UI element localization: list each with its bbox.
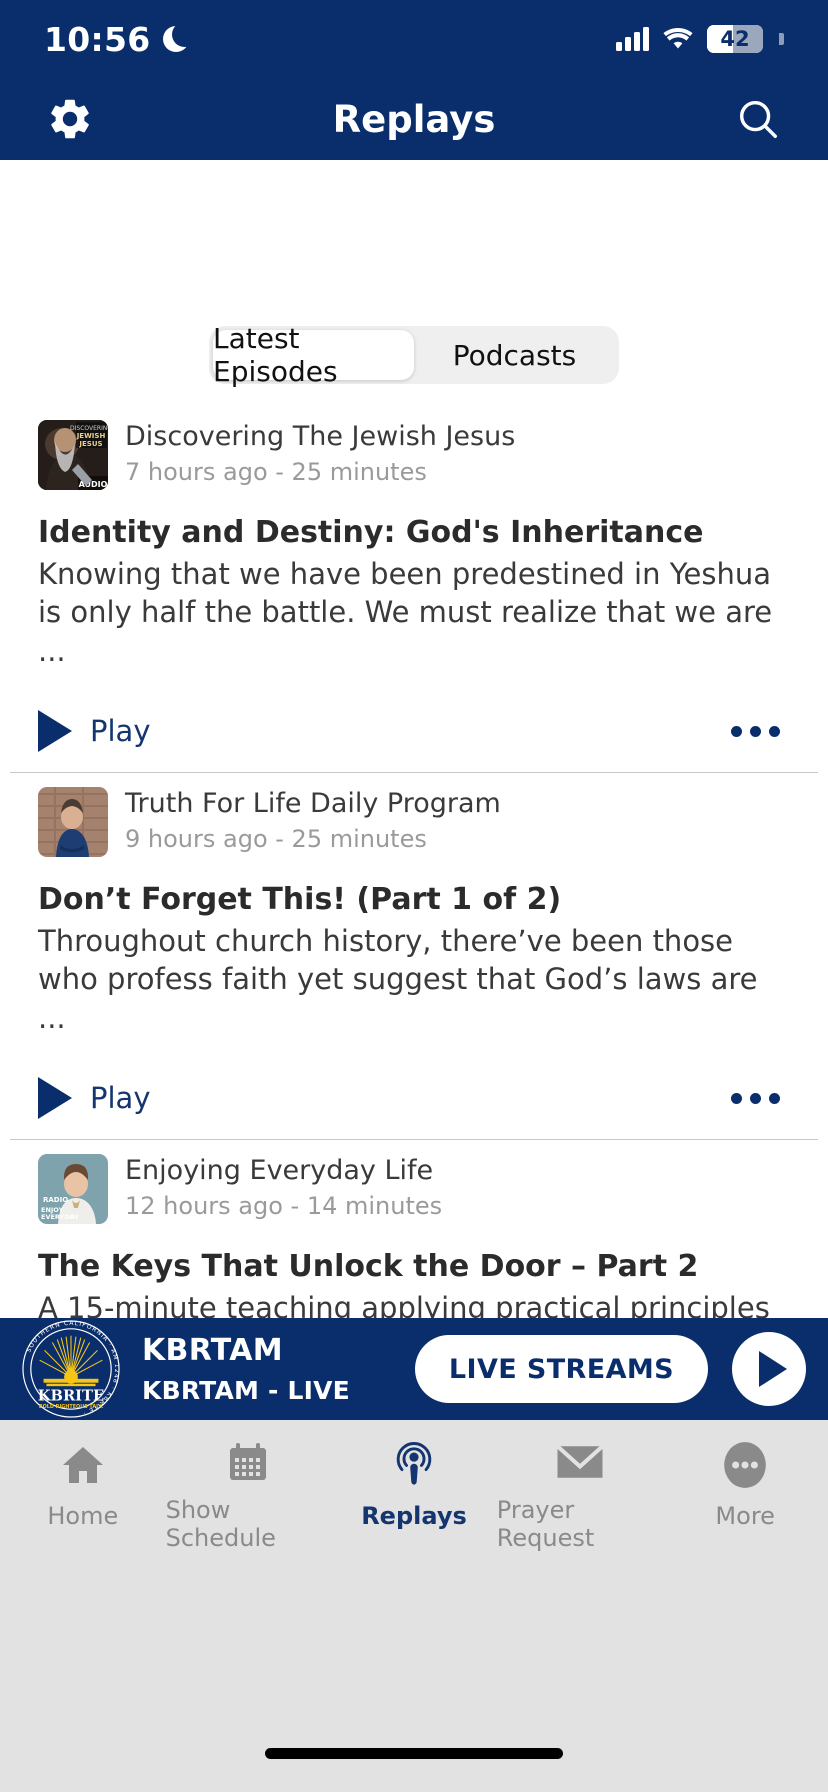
bottom-tab-bar: Home Show Schedule Replays Prayer Reques… — [0, 1420, 828, 1792]
tab-podcasts[interactable]: Podcasts — [414, 330, 615, 380]
episode-header: RADIO ENJOY EVERYDAY Enjoying Everyday L… — [38, 1140, 790, 1225]
player-station-name: KBRTAM — [142, 1333, 283, 1368]
episode-thumbnail — [38, 787, 108, 858]
crescent-moon-icon — [162, 22, 197, 52]
podcast-icon — [389, 1438, 439, 1492]
play-button[interactable]: Play — [38, 1077, 151, 1120]
settings-button[interactable] — [40, 89, 100, 149]
episode-title: Identity and Destiny: God's Inheritance — [38, 515, 704, 550]
player-play-button[interactable] — [732, 1332, 806, 1406]
episode-description: A 15-minute teaching applying practical … — [38, 1290, 770, 1318]
episode-thumbnail: DISCOVERING JEWISH JESUS AUDIO — [38, 420, 108, 490]
episode-description: Knowing that we have been predestined in… — [38, 556, 773, 668]
player-info: KBRTAM KBRTAM - LIVE — [142, 1333, 415, 1405]
tab-list: Home Show Schedule Replays Prayer Reques… — [0, 1420, 828, 1552]
content-area: Latest Episodes Podcasts DISCOVERING JEW… — [0, 160, 828, 1318]
battery-tip — [779, 33, 784, 45]
battery-level: 42 — [720, 27, 750, 51]
segmented-control-wrapper: Latest Episodes Podcasts — [0, 160, 828, 388]
episode-actions: Play — [38, 1077, 790, 1139]
status-bar-right: 42 — [616, 25, 784, 53]
list-item[interactable]: RADIO ENJOY EVERYDAY Enjoying Everyday L… — [0, 1140, 828, 1318]
page-title: Replays — [332, 97, 496, 141]
cellular-signal-icon — [616, 27, 649, 51]
tab-show-schedule[interactable]: Show Schedule — [166, 1438, 332, 1552]
calendar-icon — [223, 1438, 273, 1486]
play-label: Play — [90, 714, 151, 749]
tab-more[interactable]: More — [662, 1438, 828, 1552]
tab-prayer-request[interactable]: Prayer Request — [497, 1438, 663, 1552]
episode-title: Don’t Forget This! (Part 1 of 2) — [38, 882, 562, 918]
play-button[interactable]: Play — [38, 710, 151, 753]
svg-text:DISCOVERING: DISCOVERING — [70, 425, 108, 432]
episode-timestamp: 9 hours ago - 25 minutes — [125, 825, 427, 854]
episode-actions: Play — [38, 710, 790, 772]
tab-label: Home — [47, 1502, 119, 1530]
episode-show-name: Discovering The Jewish Jesus — [125, 421, 516, 452]
tab-label: Show Schedule — [165, 1496, 276, 1552]
svg-text:JESUS: JESUS — [78, 440, 102, 448]
tab-latest-episodes[interactable]: Latest Episodes — [213, 322, 414, 388]
episode-meta: Truth For Life Daily Program 9 hours ago… — [125, 787, 501, 853]
more-options-button[interactable] — [721, 716, 790, 747]
episode-timestamp: 12 hours ago - 14 minutes — [125, 1192, 443, 1221]
svg-text:EVERYDAY: EVERYDAY — [41, 1213, 79, 1221]
episode-show-name: Enjoying Everyday Life — [125, 1155, 434, 1187]
list-item[interactable]: DISCOVERING JEWISH JESUS AUDIO Discoveri… — [0, 406, 828, 772]
episode-header: Truth For Life Daily Program 9 hours ago… — [38, 773, 790, 858]
episode-description: Throughout church history, there’ve been… — [38, 923, 758, 1035]
tab-label: More — [715, 1502, 775, 1530]
play-icon — [759, 1351, 787, 1387]
player-station-subtitle: KBRTAM - LIVE — [142, 1376, 350, 1405]
episode-list: DISCOVERING JEWISH JESUS AUDIO Discoveri… — [0, 406, 828, 1318]
episode-show-name: Truth For Life Daily Program — [125, 788, 501, 820]
tab-replays[interactable]: Replays — [331, 1438, 497, 1552]
wifi-icon — [663, 28, 693, 50]
play-icon — [38, 710, 72, 753]
status-bar-left: 10:56 — [44, 19, 197, 59]
battery-indicator: 42 — [707, 25, 763, 53]
mini-player: KBRITE BOLD RIGHTEOUS TALK SOUTHERN CALI… — [0, 1318, 828, 1420]
more-options-button[interactable] — [721, 1083, 790, 1114]
episode-meta: Enjoying Everyday Life 12 hours ago - 14… — [125, 1154, 442, 1220]
play-icon — [38, 1077, 72, 1120]
svg-text:RADIO: RADIO — [43, 1196, 68, 1204]
svg-text:JEWISH: JEWISH — [76, 432, 106, 440]
search-button[interactable] — [728, 89, 788, 149]
episode-header: DISCOVERING JEWISH JESUS AUDIO Discoveri… — [38, 406, 790, 490]
search-icon — [739, 100, 777, 138]
live-streams-label: LIVE STREAMS — [448, 1353, 674, 1385]
station-logo: KBRITE BOLD RIGHTEOUS TALK SOUTHERN CALI… — [22, 1320, 120, 1418]
live-streams-button[interactable]: LIVE STREAMS — [414, 1335, 708, 1403]
status-time: 10:56 — [44, 19, 151, 59]
tab-home[interactable]: Home — [0, 1438, 166, 1552]
app-screen: 10:56 42 Replays Latest Episodes Podcast… — [0, 0, 828, 1792]
svg-text:KBRITE: KBRITE — [38, 1387, 104, 1404]
episode-timestamp: 7 hours ago - 25 minutes — [125, 458, 427, 487]
app-header: Replays — [0, 78, 828, 160]
episode-title: The Keys That Unlock the Door – Part 2 — [38, 1249, 699, 1285]
list-item[interactable]: Truth For Life Daily Program 9 hours ago… — [0, 773, 828, 1139]
home-indicator — [265, 1748, 563, 1759]
home-icon — [57, 1438, 109, 1492]
gear-icon — [51, 99, 89, 139]
tab-label: Replays — [361, 1502, 467, 1530]
play-label: Play — [90, 1081, 151, 1116]
status-bar: 10:56 42 — [0, 0, 828, 78]
envelope-icon — [553, 1438, 607, 1486]
episode-thumbnail: RADIO ENJOY EVERYDAY — [38, 1154, 108, 1225]
segmented-control: Latest Episodes Podcasts — [209, 322, 619, 388]
ellipsis-circle-icon — [720, 1438, 770, 1492]
episode-meta: Discovering The Jewish Jesus 7 hours ago… — [125, 420, 515, 486]
tab-label: Prayer Request — [496, 1496, 595, 1552]
